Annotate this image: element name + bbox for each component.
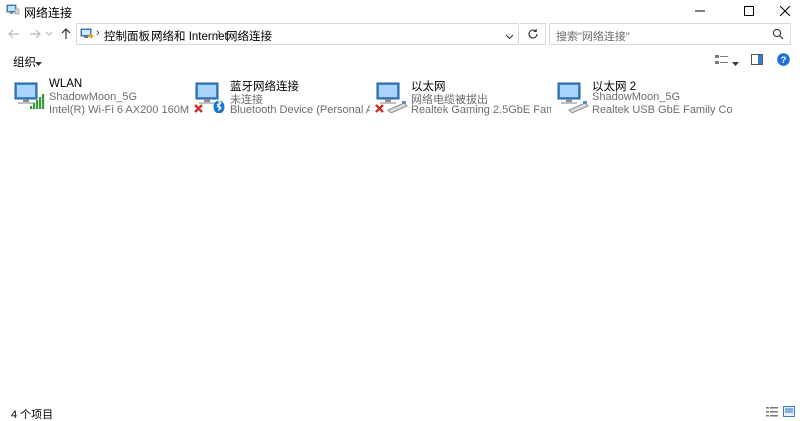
title-bar: 网络连接 [0,0,800,22]
close-button[interactable] [765,0,800,22]
organize-dropdown-icon[interactable] [35,56,42,70]
connection-device: Bluetooth Device (Personal Are... [230,104,370,116]
large-icons-view-icon [783,406,795,417]
arrow-right-icon [30,29,41,39]
connection-device: Realtek Gaming 2.5GbE Family... [411,104,551,116]
chevron-down-icon [45,31,53,36]
address-bar[interactable]: › 控制面板 › 网络和 Internet › 网络连接 [76,23,519,45]
minimize-button[interactable] [680,0,720,22]
status-bar: 4 个项目 [0,402,800,421]
view-dropdown-icon[interactable] [732,56,739,70]
minimize-icon [695,10,705,12]
connection-item-wlan[interactable]: WLAN ShadowMoon_5G Intel(R) Wi-Fi 6 AX20… [12,77,189,117]
breadcrumb-separator[interactable]: › [217,27,221,39]
change-view-button[interactable] [715,54,729,69]
connection-item-ethernet-2[interactable]: 以太网 2 ShadowMoon_5G Realtek USB GbE Fami… [555,77,732,117]
back-button[interactable] [6,25,22,43]
address-dropdown-button[interactable] [505,29,514,43]
connection-device: Intel(R) Wi-Fi 6 AX200 160MHz [49,104,189,116]
ethernet-connection-icon [374,79,410,114]
connection-device: Realtek USB GbE Family Contr... [592,104,732,116]
breadcrumb-network-connections[interactable]: 网络连接 [226,28,272,44]
help-button[interactable]: ? [777,53,790,69]
bluetooth-connection-icon [193,79,229,114]
wifi-connection-icon [12,79,48,113]
command-bar: 组织 ? [0,50,800,72]
navigation-bar: › 控制面板 › 网络和 Internet › 网络连接 搜索"网络连接" [0,22,800,48]
arrow-left-icon [8,29,19,39]
connection-name: WLAN [49,78,83,90]
connection-item-bluetooth[interactable]: 蓝牙网络连接 未连接 Bluetooth Device (Personal Ar… [193,77,370,117]
window-title: 网络连接 [24,6,73,20]
item-count: 4 个项目 [11,409,54,421]
up-button[interactable] [58,25,74,43]
connection-status: ShadowMoon_5G [592,91,681,103]
recent-locations-button[interactable] [44,25,54,43]
details-view-icon [766,407,778,417]
arrow-up-icon [61,28,71,39]
refresh-icon [527,29,538,39]
close-icon [780,6,790,16]
help-icon: ? [777,53,790,66]
breadcrumb-separator[interactable]: › [96,27,100,39]
search-icon[interactable] [772,28,784,43]
details-view-button[interactable] [766,406,778,417]
preview-pane-icon [751,54,763,65]
ethernet-connection-icon [555,79,591,114]
connection-status: ShadowMoon_5G [49,91,138,103]
forward-button[interactable] [27,25,43,43]
breadcrumb-control-panel[interactable]: 控制面板 [104,28,150,44]
maximize-icon [744,6,754,16]
large-icons-view-button[interactable] [783,406,795,417]
connection-item-ethernet[interactable]: 以太网 网络电缆被拔出 Realtek Gaming 2.5GbE Family… [374,77,551,117]
search-placeholder[interactable]: 搜索"网络连接" [556,28,630,44]
control-panel-icon [80,27,94,40]
svg-text:?: ? [781,55,787,66]
refresh-button[interactable] [520,23,546,45]
view-options-icon [715,55,728,64]
organize-button[interactable]: 组织 [13,54,36,70]
preview-pane-button[interactable] [751,54,763,68]
network-connections-icon [6,4,20,16]
search-box[interactable]: 搜索"网络连接" [549,23,791,45]
chevron-down-icon [505,34,514,40]
maximize-button[interactable] [729,0,769,22]
